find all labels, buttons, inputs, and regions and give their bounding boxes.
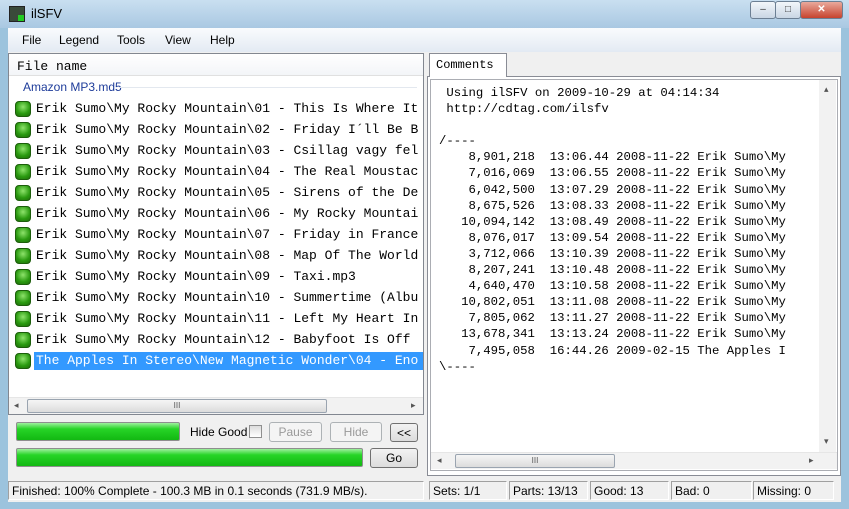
status-good-icon — [15, 101, 31, 117]
file-name: Erik Sumo\My Rocky Mountain\09 - Taxi.mp… — [36, 269, 356, 284]
file-list-item[interactable]: Erik Sumo\My Rocky Mountain\01 - This Is… — [13, 99, 423, 119]
status-sets: Sets: 1/1 — [429, 481, 507, 500]
file-name: Erik Sumo\My Rocky Mountain\01 - This Is… — [36, 101, 419, 116]
file-list-item[interactable]: Erik Sumo\My Rocky Mountain\08 - Map Of … — [13, 246, 423, 266]
comments-horizontal-scrollbar[interactable]: ◂ III ▸ — [431, 452, 837, 469]
file-name: Erik Sumo\My Rocky Mountain\08 - Map Of … — [36, 248, 419, 263]
status-good-icon — [15, 185, 31, 201]
pause-button[interactable]: Pause — [269, 422, 322, 442]
file-name: Erik Sumo\My Rocky Mountain\04 - The Rea… — [36, 164, 419, 179]
menu-bar: File Legend Tools View Help — [8, 28, 841, 52]
status-good-icon — [15, 269, 31, 285]
file-name: Erik Sumo\My Rocky Mountain\05 - Sirens … — [36, 185, 419, 200]
file-name: Erik Sumo\My Rocky Mountain\12 - Babyfoo… — [36, 332, 411, 347]
scroll-thumb[interactable]: III — [27, 399, 327, 413]
file-name: The Apples In Stereo\New Magnetic Wonder… — [34, 352, 423, 370]
scroll-left-icon[interactable]: ◂ — [437, 455, 442, 466]
file-progress-bar — [16, 422, 180, 441]
file-list-item[interactable]: Erik Sumo\My Rocky Mountain\03 - Csillag… — [13, 141, 423, 161]
status-good-icon — [15, 311, 31, 327]
menu-file[interactable]: File — [22, 33, 41, 47]
file-list-item[interactable]: Erik Sumo\My Rocky Mountain\05 - Sirens … — [13, 183, 423, 203]
hide-good-label: Hide Good — [190, 425, 248, 439]
vertical-scrollbar[interactable]: ▴ ▾ — [819, 80, 836, 452]
file-list-item[interactable]: Erik Sumo\My Rocky Mountain\10 - Summert… — [13, 288, 423, 308]
status-parts: Parts: 13/13 — [509, 481, 588, 500]
file-name: Erik Sumo\My Rocky Mountain\02 - Friday … — [36, 122, 419, 137]
scroll-up-icon[interactable]: ▴ — [824, 84, 829, 95]
file-name: Erik Sumo\My Rocky Mountain\07 - Friday … — [36, 227, 419, 242]
title-bar[interactable]: ilSFV – □ ✕ — [0, 0, 849, 28]
file-list[interactable]: File name Amazon MP3.md5 Erik Sumo\My Ro… — [8, 53, 424, 415]
status-good-icon — [15, 248, 31, 264]
file-name: Erik Sumo\My Rocky Mountain\03 - Csillag… — [36, 143, 419, 158]
file-list-item[interactable]: Erik Sumo\My Rocky Mountain\07 - Friday … — [13, 225, 423, 245]
file-list-item[interactable]: Erik Sumo\My Rocky Mountain\11 - Left My… — [13, 309, 423, 329]
scroll-left-icon[interactable]: ◂ — [14, 400, 19, 411]
comments-textbox[interactable]: Using ilSFV on 2009-10-29 at 04:14:34 ht… — [430, 79, 838, 471]
status-good-icon — [15, 164, 31, 180]
file-name: Erik Sumo\My Rocky Mountain\06 - My Rock… — [36, 206, 419, 221]
total-progress-bar — [16, 448, 363, 467]
hide-good-checkbox[interactable] — [249, 425, 262, 438]
group-header[interactable]: Amazon MP3.md5 — [23, 80, 122, 94]
scroll-right-icon[interactable]: ▸ — [809, 455, 814, 466]
status-good-icon — [15, 332, 31, 348]
app-icon — [9, 6, 25, 22]
status-good-icon — [15, 143, 31, 159]
file-list-item[interactable]: Erik Sumo\My Rocky Mountain\02 - Friday … — [13, 120, 423, 140]
group-divider — [119, 87, 417, 88]
status-good-icon — [15, 206, 31, 222]
hide-button[interactable]: Hide — [330, 422, 382, 442]
status-good-icon — [15, 122, 31, 138]
file-list-item[interactable]: Erik Sumo\My Rocky Mountain\12 - Babyfoo… — [13, 330, 423, 350]
file-list-item[interactable]: Erik Sumo\My Rocky Mountain\04 - The Rea… — [13, 162, 423, 182]
file-list-item[interactable]: Erik Sumo\My Rocky Mountain\06 - My Rock… — [13, 204, 423, 224]
status-bar: Finished: 100% Complete - 100.3 MB in 0.… — [8, 480, 841, 502]
scroll-right-icon[interactable]: ▸ — [411, 400, 416, 411]
comments-panel: Using ilSFV on 2009-10-29 at 04:14:34 ht… — [427, 76, 841, 476]
menu-view[interactable]: View — [165, 33, 191, 47]
file-list-item[interactable]: The Apples In Stereo\New Magnetic Wonder… — [13, 351, 423, 371]
status-good-icon — [15, 353, 31, 369]
scroll-thumb[interactable]: III — [455, 454, 615, 468]
maximize-button[interactable]: □ — [775, 1, 801, 19]
status-good-icon — [15, 290, 31, 306]
column-header-file-name[interactable]: File name — [9, 54, 423, 76]
file-list-item[interactable]: Erik Sumo\My Rocky Mountain\09 - Taxi.mp… — [13, 267, 423, 287]
menu-help[interactable]: Help — [210, 33, 235, 47]
status-missing: Missing: 0 — [753, 481, 834, 500]
scroll-down-icon[interactable]: ▾ — [824, 436, 829, 447]
collapse-button[interactable]: << — [390, 423, 418, 442]
status-good: Good: 13 — [590, 481, 669, 500]
tab-comments[interactable]: Comments — [429, 53, 507, 77]
status-good-icon — [15, 227, 31, 243]
comments-text: Using ilSFV on 2009-10-29 at 04:14:34 ht… — [439, 86, 786, 374]
go-button[interactable]: Go — [370, 448, 418, 468]
menu-tools[interactable]: Tools — [117, 33, 145, 47]
menu-legend[interactable]: Legend — [59, 33, 99, 47]
minimize-button[interactable]: – — [750, 1, 776, 19]
window-title: ilSFV — [31, 6, 63, 21]
file-name: Erik Sumo\My Rocky Mountain\11 - Left My… — [36, 311, 419, 326]
status-bad: Bad: 0 — [671, 481, 752, 500]
status-message: Finished: 100% Complete - 100.3 MB in 0.… — [8, 481, 424, 500]
close-button[interactable]: ✕ — [800, 1, 843, 19]
file-name: Erik Sumo\My Rocky Mountain\10 - Summert… — [36, 290, 419, 305]
horizontal-scrollbar[interactable]: ◂ III ▸ — [9, 397, 423, 414]
